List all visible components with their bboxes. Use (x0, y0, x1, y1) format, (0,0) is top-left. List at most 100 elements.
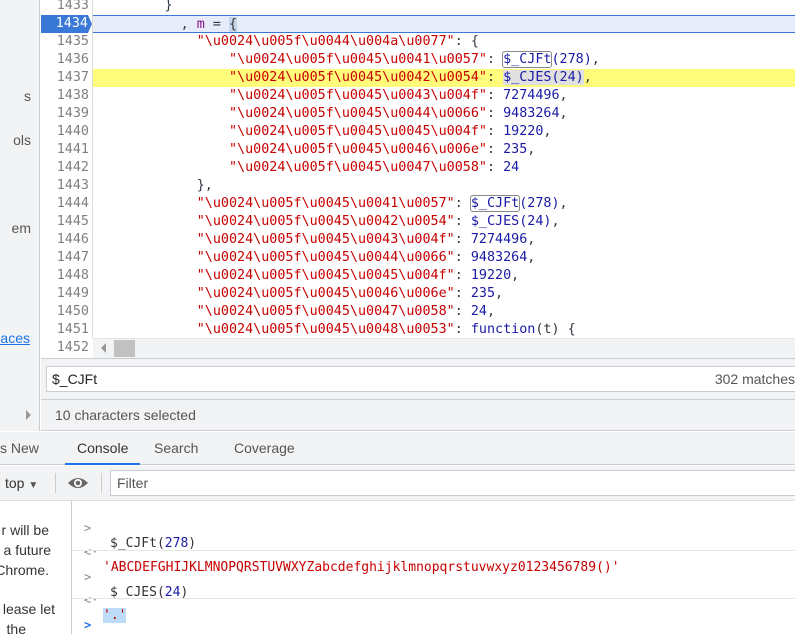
code-token: 9483264 (470, 250, 528, 265)
code-token: "\u0024\u005f\u0045\u0044\u0066" (229, 106, 487, 121)
code-token: "\u0024\u005f\u0045\u0042\u0054" (229, 70, 487, 85)
line-number[interactable]: 1435 (41, 33, 89, 51)
line-number[interactable]: 1436 (41, 51, 89, 69)
code-line: "\u0024\u005f\u0045\u0045\u004f": 19220, (93, 123, 795, 141)
tab-search[interactable]: Search (154, 432, 198, 465)
code-token: 235 (503, 142, 528, 157)
code-token: function (470, 322, 536, 337)
line-number[interactable]: 1449 (41, 285, 89, 303)
tab-whats-new[interactable]: s New (0, 432, 39, 465)
code-token: "\u0024\u005f\u0045\u0043\u004f" (196, 232, 455, 247)
line-number[interactable]: 1452 (41, 339, 89, 357)
code-line: , m = { (93, 15, 795, 33)
code-line: "\u0024\u005f\u0045\u0042\u0054": $_CJES… (93, 69, 795, 87)
line-number[interactable]: 1440 (41, 123, 89, 141)
scroll-left-icon[interactable] (101, 343, 106, 353)
nav-item[interactable]: em (12, 220, 31, 236)
find-input[interactable]: $_CJFt (46, 366, 795, 392)
code-line: "\u0024\u005f\u0045\u0043\u004f": 727449… (93, 231, 795, 249)
nav-item[interactable]: s (24, 88, 31, 104)
code-token: : (486, 106, 504, 121)
line-number[interactable]: 1446 (41, 231, 89, 249)
code-token: "\u0024\u005f\u0045\u0045\u004f" (196, 268, 455, 283)
divider (101, 473, 102, 493)
status-bar: 10 characters selected (41, 400, 795, 431)
divider (55, 473, 56, 493)
code-token: : (486, 88, 504, 103)
eye-icon[interactable] (67, 475, 89, 491)
code-token: 19220 (503, 124, 544, 139)
code-token: 24 (503, 160, 520, 175)
filter-input[interactable]: Filter (110, 470, 795, 496)
code-token: "\u0024\u005f\u0045\u0045\u004f" (229, 124, 487, 139)
tab-coverage[interactable]: Coverage (234, 432, 295, 465)
line-number[interactable]: 1443 (41, 177, 89, 195)
workspaces-link[interactable]: paces (0, 330, 30, 346)
code-token: { (229, 17, 238, 32)
sidebar-text: r will be (1, 522, 49, 538)
code-line: "\u0024\u005f\u0045\u0044\u0066": 948326… (93, 249, 795, 267)
line-number[interactable]: 1444 (41, 195, 89, 213)
code-line: "\u0024\u005f\u0045\u0046\u006e": 235, (93, 285, 795, 303)
code-token: }, (196, 178, 213, 193)
code-token: $_CJFt (469, 195, 521, 212)
divider (72, 598, 795, 599)
navigator-panel: s ols em paces (0, 0, 40, 431)
code-editor[interactable]: } , m = { "\u0024\u005f\u0044\u004a\u007… (93, 0, 795, 338)
context-selector[interactable]: top ▼ (5, 466, 38, 503)
code-token: , (551, 214, 560, 229)
code-token: : (486, 124, 504, 139)
code-line: "\u0024\u005f\u0045\u0041\u0057": $_CJFt… (93, 51, 795, 69)
code-token: : (454, 268, 471, 283)
code-line: "\u0024\u005f\u0045\u0042\u0054": $_CJES… (93, 213, 795, 231)
line-number[interactable]: 1434 (41, 15, 92, 33)
scrollbar-thumb[interactable] (114, 340, 135, 357)
code-token: "\u0024\u005f\u0045\u0047\u0058" (229, 160, 487, 175)
code-token: , (591, 52, 600, 67)
code-token: , (486, 304, 496, 319)
line-number[interactable]: 1438 (41, 87, 89, 105)
code-token: $_CJFt (502, 51, 553, 68)
code-token: (278) (551, 52, 592, 67)
line-number[interactable]: 1442 (41, 159, 89, 177)
match-count: 302 matches (714, 371, 795, 387)
code-token: 9483264 (503, 106, 560, 121)
context-label: top (5, 475, 25, 491)
code-token: "\u0024\u005f\u0045\u0043\u004f" (229, 88, 487, 103)
code-token: : (486, 52, 504, 67)
code-token: , (527, 250, 536, 265)
console-prompt[interactable]: > (72, 603, 795, 633)
code-token: , (559, 196, 568, 211)
line-number[interactable]: 1451 (41, 321, 89, 339)
code-line: "\u0024\u005f\u0045\u0048\u0053": functi… (93, 321, 795, 338)
line-number[interactable]: 1448 (41, 267, 89, 285)
line-number[interactable]: 1450 (41, 303, 89, 321)
code-token: , (543, 124, 552, 139)
code-token: } (164, 0, 173, 13)
horizontal-scrollbar[interactable] (93, 338, 795, 358)
code-token: , (583, 70, 592, 85)
divider (72, 550, 795, 551)
tab-console[interactable]: Console (65, 432, 141, 465)
drawer-tabs: s New Console Search Coverage (0, 432, 795, 465)
code-token: "\u0024\u005f\u0045\u0046\u006e" (229, 142, 487, 157)
prompt-chevron-icon: > (84, 618, 92, 632)
console-sidebar: r will be a future Chrome. lease let the (0, 501, 72, 634)
line-number[interactable]: 1439 (41, 105, 89, 123)
code-token: "\u0024\u005f\u0044\u004a\u0077" (196, 34, 455, 49)
expand-arrow-icon[interactable] (26, 410, 31, 420)
code-token: : (454, 304, 471, 319)
line-number[interactable]: 1445 (41, 213, 89, 231)
code-token: (278) (519, 196, 560, 211)
line-number[interactable]: 1437 (41, 69, 89, 87)
sidebar-text: lease let (2, 601, 55, 617)
line-number[interactable]: 1447 (41, 249, 89, 267)
code-token: $_CJES(24) (503, 70, 584, 85)
code-token: , (180, 17, 197, 32)
code-token: 235 (470, 286, 496, 301)
code-token: 7274496 (503, 88, 560, 103)
line-number[interactable]: 1441 (41, 141, 89, 159)
line-number[interactable]: 1433 (41, 0, 89, 15)
code-token: "\u0024\u005f\u0045\u0048\u0053" (196, 322, 455, 337)
nav-item[interactable]: ols (13, 132, 31, 148)
